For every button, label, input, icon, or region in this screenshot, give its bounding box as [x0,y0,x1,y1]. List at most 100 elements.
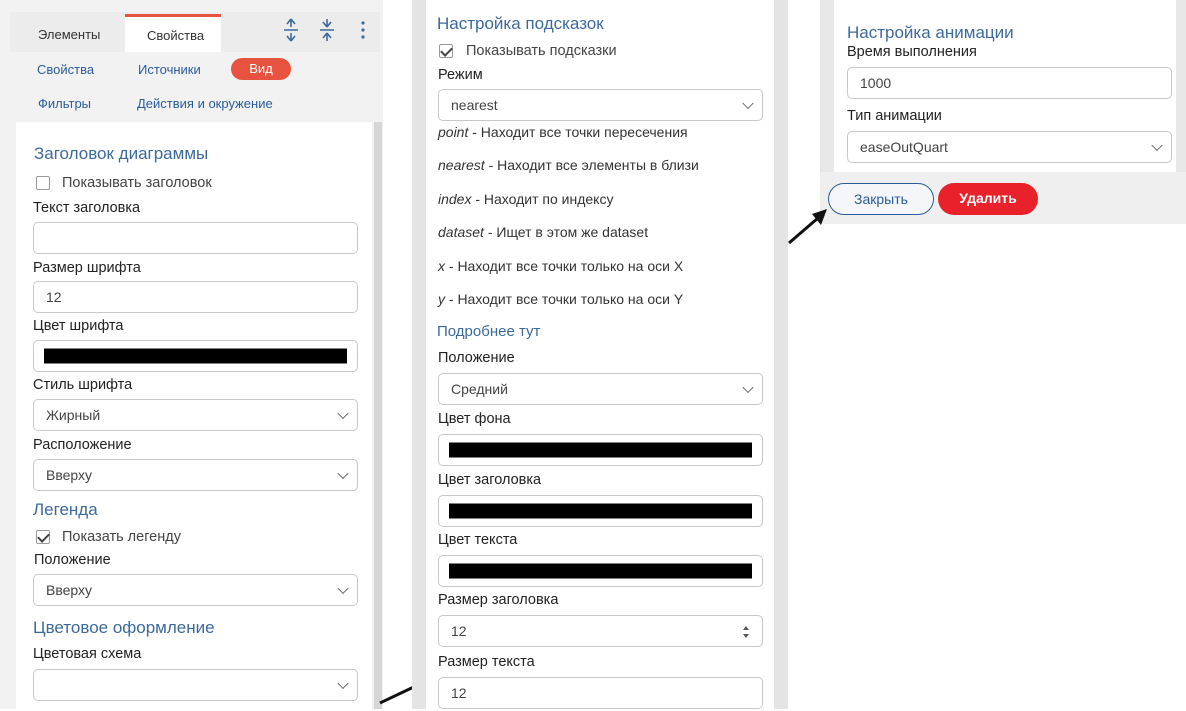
middle-panel-bg-left [412,0,426,709]
font-color-label: Цвет шрифта [33,318,124,334]
chevron-down-icon [337,582,349,595]
show-tooltips-checkbox[interactable] [439,44,453,58]
show-legend-label: Показать легенду [62,529,181,545]
text-size-value: 12 [451,685,467,701]
right-panel-bg-right [1176,0,1186,172]
show-legend-checkbox[interactable] [36,530,50,544]
mode-desc-key: index [438,191,472,207]
show-title-label: Показывать заголовок [62,175,212,191]
delete-button[interactable]: Удалить [938,183,1038,215]
font-style-label: Стиль шрифта [33,377,133,393]
anim-type-value: easeOutQuart [860,139,948,155]
subtab-filters[interactable]: Фильтры [38,96,91,111]
anim-type-select[interactable]: easeOutQuart [847,131,1172,163]
legend-section: Легенда [33,500,98,519]
font-style-value: Жирный [46,407,101,423]
font-style-select[interactable]: Жирный [33,399,358,431]
title-size-stepper[interactable]: 12 [438,615,763,647]
font-size-label: Размер шрифта [33,260,141,276]
mode-desc-index: index - Находит по индексу [438,191,613,207]
color-scheme-select[interactable] [33,669,358,701]
bg-color-picker[interactable] [438,434,763,466]
text-color-picker[interactable] [438,555,763,587]
color-scheme-label: Цветовая схема [33,646,142,662]
chevron-down-icon [337,407,349,420]
position-value: Вверху [46,467,93,483]
show-tooltips-label: Показывать подсказки [466,43,617,59]
tooltip-position-select[interactable]: Средний [438,373,763,405]
duration-value: 1000 [860,75,892,91]
mode-desc-key: point [438,124,469,140]
text-size-input[interactable]: 12 [438,677,763,709]
middle-panel-bg-right [774,0,788,709]
mode-desc-text: - Находит все точки только на оси Y [445,291,684,307]
font-size-input[interactable]: 12 [33,281,358,313]
mode-desc-key: dataset [438,224,484,240]
mode-label: Режим [438,67,483,83]
bg-color-label: Цвет фона [438,411,511,427]
mode-select[interactable]: nearest [438,89,763,121]
font-color-swatch [44,348,347,364]
duration-input[interactable]: 1000 [847,67,1172,99]
show-title-checkbox[interactable] [36,176,50,190]
close-button-label: Закрыть [854,191,908,207]
position-label: Расположение [33,437,132,453]
font-size-value: 12 [46,289,62,305]
mode-desc-text: - Ищет в этом же dataset [483,224,649,240]
close-button[interactable]: Закрыть [828,183,934,215]
chevron-down-icon [337,677,349,690]
chevron-down-icon [337,467,349,480]
anim-type-label: Тип анимации [847,108,942,124]
title-size-value: 12 [451,623,467,639]
left-scrollbar[interactable] [374,122,382,709]
font-color-picker[interactable] [33,340,358,372]
animation-section: Настройка анимации [847,23,1014,42]
chevron-down-icon [742,97,754,110]
mode-desc-dataset: dataset - Ищет в этом же dataset [438,224,648,240]
left-panel: Элементы Свойства Свойства Источники Вид… [0,0,383,709]
title-text-input[interactable] [33,222,358,254]
more-link[interactable]: Подробнее тут [437,323,540,340]
mode-desc-key: x [438,258,445,274]
title-text-label: Текст заголовка [33,200,141,216]
color-section: Цветовое оформление [33,618,215,637]
title-size-label: Размер заголовка [438,592,559,608]
mode-desc-point: point - Находит все точки пересечения [438,124,688,140]
chevron-down-icon [1151,139,1163,152]
title-color-label: Цвет заголовка [438,472,542,488]
subtab-actions[interactable]: Действия и окружение [137,96,273,111]
chevron-down-icon [742,381,754,394]
tab-properties[interactable]: Свойства [125,14,221,52]
mode-desc-text: - Находит все точки только на оси X [445,258,684,274]
duration-label: Время выполнения [847,44,977,60]
right-panel-bg-left [820,0,834,172]
bg-color-swatch [449,442,752,458]
tooltip-position-label: Положение [438,350,515,366]
tooltip-section: Настройка подсказок [437,14,604,33]
more-vertical-icon[interactable] [360,20,366,40]
tab-properties-label: Свойства [147,28,205,43]
collapse-icon[interactable] [318,18,336,42]
mode-desc-y: y - Находит все точки только на оси Y [438,291,683,307]
subtab-properties[interactable]: Свойства [37,62,94,77]
mode-value: nearest [451,97,498,113]
legend-position-label: Положение [34,552,111,568]
position-select[interactable]: Вверху [33,459,358,491]
delete-button-label: Удалить [959,190,1017,206]
text-color-label: Цвет текста [438,532,518,548]
mode-desc-key: y [438,291,445,307]
tab-elements[interactable]: Элементы [38,27,100,42]
middle-panel: Настройка подсказок Показывать подсказки… [426,0,774,709]
mode-desc-x: x - Находит все точки только на оси X [438,258,683,274]
subtab-view-label: Вид [249,61,273,76]
expand-icon[interactable] [282,18,300,42]
title-color-picker[interactable] [438,495,763,527]
legend-position-select[interactable]: Вверху [33,574,358,606]
subtab-sources[interactable]: Источники [138,62,201,77]
legend-position-value: Вверху [46,582,93,598]
stepper-arrows-icon[interactable] [742,625,750,639]
mode-desc-key: nearest [438,157,485,173]
subtab-view[interactable]: Вид [231,58,291,80]
chart-title-section: Заголовок диаграммы [34,144,209,163]
text-color-swatch [449,563,752,579]
